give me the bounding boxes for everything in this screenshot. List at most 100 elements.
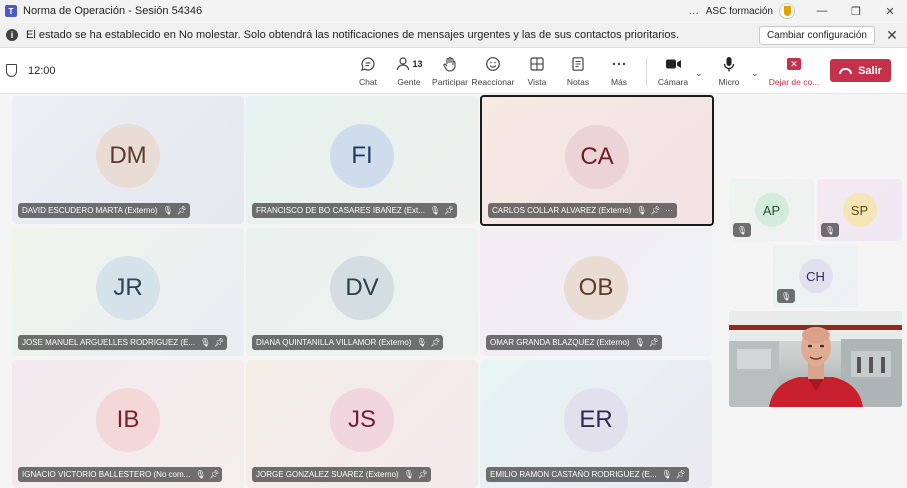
- pin-icon[interactable]: 📌︎: [214, 338, 224, 347]
- participant-name: EMILIO RAMON CASTAÑO RODRIGUEZ (E...: [490, 470, 657, 479]
- title-bar: T Norma de Operación - Sesión 54346 … AS…: [0, 0, 907, 22]
- chat-icon: [360, 54, 376, 74]
- meeting-stage: DM DAVID ESCUDERO MARTA (Externo) 🎙︎ 📌︎ …: [0, 95, 907, 488]
- camera-options-chevron-icon[interactable]: ⌄: [695, 68, 703, 79]
- more-button[interactable]: Más: [597, 54, 641, 87]
- restore-button[interactable]: ❐: [839, 0, 873, 22]
- participant-name: JOSE MANUEL ARGUELLES RODRIGUEZ (E...: [22, 338, 196, 347]
- dismiss-notification-icon[interactable]: ✕: [883, 27, 901, 44]
- avatar: ER: [564, 388, 628, 452]
- mic-off-icon: 🎙︎: [733, 223, 751, 237]
- change-settings-button[interactable]: Cambiar configuración: [758, 25, 875, 45]
- participant-name: DIANA QUINTANILLA VILLAMOR (Externo): [256, 338, 412, 347]
- notes-icon: [570, 54, 586, 74]
- participant-name: OMAR GRANDA BLAZQUEZ (Externo): [490, 338, 630, 347]
- mic-button[interactable]: Micro: [707, 54, 751, 87]
- raise-hand-label: Participar: [432, 77, 468, 87]
- avatar: JS: [330, 388, 394, 452]
- pin-icon[interactable]: 📌︎: [418, 470, 428, 479]
- raise-hand-icon: [442, 54, 458, 74]
- pin-icon[interactable]: 📌︎: [430, 338, 440, 347]
- camera-button[interactable]: Cámara: [651, 54, 695, 87]
- people-button[interactable]: 13 Gente: [387, 54, 431, 87]
- participant-tile[interactable]: ER EMILIO RAMON CASTAÑO RODRIGUEZ (E... …: [480, 360, 712, 488]
- self-video-preview[interactable]: [729, 311, 902, 407]
- leave-button[interactable]: Salir: [830, 59, 891, 82]
- side-participant-tile[interactable]: CH 🎙︎: [773, 245, 858, 307]
- account-name[interactable]: ASC formación: [706, 6, 773, 17]
- leave-label: Salir: [858, 64, 882, 77]
- react-button[interactable]: Reaccionar: [471, 54, 515, 87]
- grid-icon: [529, 54, 545, 74]
- toolbar-divider: [646, 58, 647, 86]
- raise-hand-button[interactable]: Participar: [428, 54, 472, 87]
- side-participant-tile[interactable]: SP 🎙︎: [817, 179, 902, 241]
- mic-off-icon: 🎙︎: [200, 338, 211, 347]
- avatar: DV: [330, 256, 394, 320]
- camera-icon: [665, 54, 682, 74]
- pin-icon[interactable]: 📌︎: [209, 470, 219, 479]
- participant-tile-active-speaker[interactable]: CA CARLOS COLLAR ALVAREZ (Externo) 🎙︎ 📌︎…: [480, 95, 714, 226]
- self-video-image: [729, 311, 902, 407]
- participant-tile[interactable]: OB OMAR GRANDA BLAZQUEZ (Externo) 🎙︎ 📌︎: [480, 228, 712, 356]
- participant-tile[interactable]: JS JORGE GONZALEZ SUAREZ (Externo) 🎙︎ 📌︎: [246, 360, 478, 488]
- participant-name: IGNACIO VICTORIO BALLESTERO (No com...: [22, 470, 191, 479]
- close-window-button[interactable]: ✕: [873, 0, 907, 22]
- stop-share-icon: ✕: [787, 54, 801, 74]
- avatar: FI: [330, 124, 394, 188]
- more-options-icon[interactable]: …: [682, 5, 706, 17]
- mic-options-chevron-icon[interactable]: ⌄: [751, 68, 759, 79]
- pin-icon[interactable]: 📌︎: [676, 470, 686, 479]
- window-title: Norma de Operación - Sesión 54346: [23, 5, 203, 17]
- pin-icon[interactable]: 📌︎: [650, 206, 660, 215]
- nameplate: JORGE GONZALEZ SUAREZ (Externo) 🎙︎ 📌︎: [252, 467, 431, 482]
- nameplate: DAVID ESCUDERO MARTA (Externo) 🎙︎ 📌︎: [18, 203, 190, 218]
- participant-name: DAVID ESCUDERO MARTA (Externo): [22, 206, 158, 215]
- mic-off-icon: 🎙︎: [777, 289, 795, 303]
- hang-up-icon: [839, 67, 853, 74]
- mic-off-icon: 🎙︎: [403, 470, 414, 479]
- people-label: Gente: [397, 77, 421, 87]
- nameplate: IGNACIO VICTORIO BALLESTERO (No com... 🎙…: [18, 467, 223, 482]
- stop-sharing-button[interactable]: ✕ Dejar de co...: [766, 54, 822, 87]
- view-button[interactable]: Vista: [515, 54, 559, 87]
- mic-off-icon: 🎙︎: [821, 223, 839, 237]
- side-participant-tile[interactable]: AP 🎙︎: [729, 179, 814, 241]
- avatar: CH: [798, 259, 833, 293]
- avatar: SP: [842, 193, 877, 227]
- pin-icon[interactable]: 📌︎: [444, 206, 454, 215]
- participant-tile[interactable]: DM DAVID ESCUDERO MARTA (Externo) 🎙︎ 📌︎: [12, 96, 244, 224]
- pin-icon[interactable]: 📌︎: [649, 338, 659, 347]
- notification-message: El estado se ha establecido en No molest…: [26, 29, 680, 41]
- participant-tile[interactable]: FI FRANCISCO DE BO CASARES IBAÑEZ (Ext..…: [246, 96, 478, 224]
- meeting-toolbar: 12:00 Chat 13 Gente Participar Reacciona…: [0, 48, 907, 94]
- info-icon: i: [6, 29, 18, 41]
- meeting-timer: 12:00: [28, 65, 56, 77]
- mic-off-icon: 🎙︎: [661, 470, 672, 479]
- nameplate: OMAR GRANDA BLAZQUEZ (Externo) 🎙︎ 📌︎: [486, 335, 662, 350]
- more-icon: [611, 54, 627, 74]
- tile-more-icon[interactable]: ⋯: [664, 206, 673, 215]
- avatar: CA: [565, 124, 629, 189]
- participant-tile[interactable]: JR JOSE MANUEL ARGUELLES RODRIGUEZ (E...…: [12, 228, 244, 356]
- mic-off-icon: 🎙︎: [195, 470, 206, 479]
- avatar: IB: [96, 388, 160, 452]
- chat-button[interactable]: Chat: [346, 54, 390, 87]
- shield-icon: [6, 64, 17, 77]
- participant-tile[interactable]: IB IGNACIO VICTORIO BALLESTERO (No com..…: [12, 360, 244, 488]
- participant-tile[interactable]: DV DIANA QUINTANILLA VILLAMOR (Externo) …: [246, 228, 478, 356]
- dnd-notification-bar: i El estado se ha establecido en No mole…: [0, 23, 907, 48]
- mic-off-icon: 🎙︎: [429, 206, 441, 215]
- more-label: Más: [610, 77, 628, 87]
- participant-name: CARLOS COLLAR ALVAREZ (Externo): [492, 206, 632, 215]
- nameplate: JOSE MANUEL ARGUELLES RODRIGUEZ (E... 🎙︎…: [18, 335, 228, 350]
- mic-label: Micro: [718, 77, 740, 87]
- people-icon: 13: [395, 54, 423, 74]
- participant-name: FRANCISCO DE BO CASARES IBAÑEZ (Ext...: [256, 206, 425, 215]
- nameplate: DIANA QUINTANILLA VILLAMOR (Externo) 🎙︎ …: [252, 335, 444, 350]
- org-avatar-icon[interactable]: [779, 3, 795, 19]
- notes-button[interactable]: Notas: [556, 54, 600, 87]
- minimize-button[interactable]: —: [805, 0, 839, 22]
- mic-off-icon: 🎙︎: [634, 338, 645, 347]
- pin-icon[interactable]: 📌︎: [177, 206, 187, 215]
